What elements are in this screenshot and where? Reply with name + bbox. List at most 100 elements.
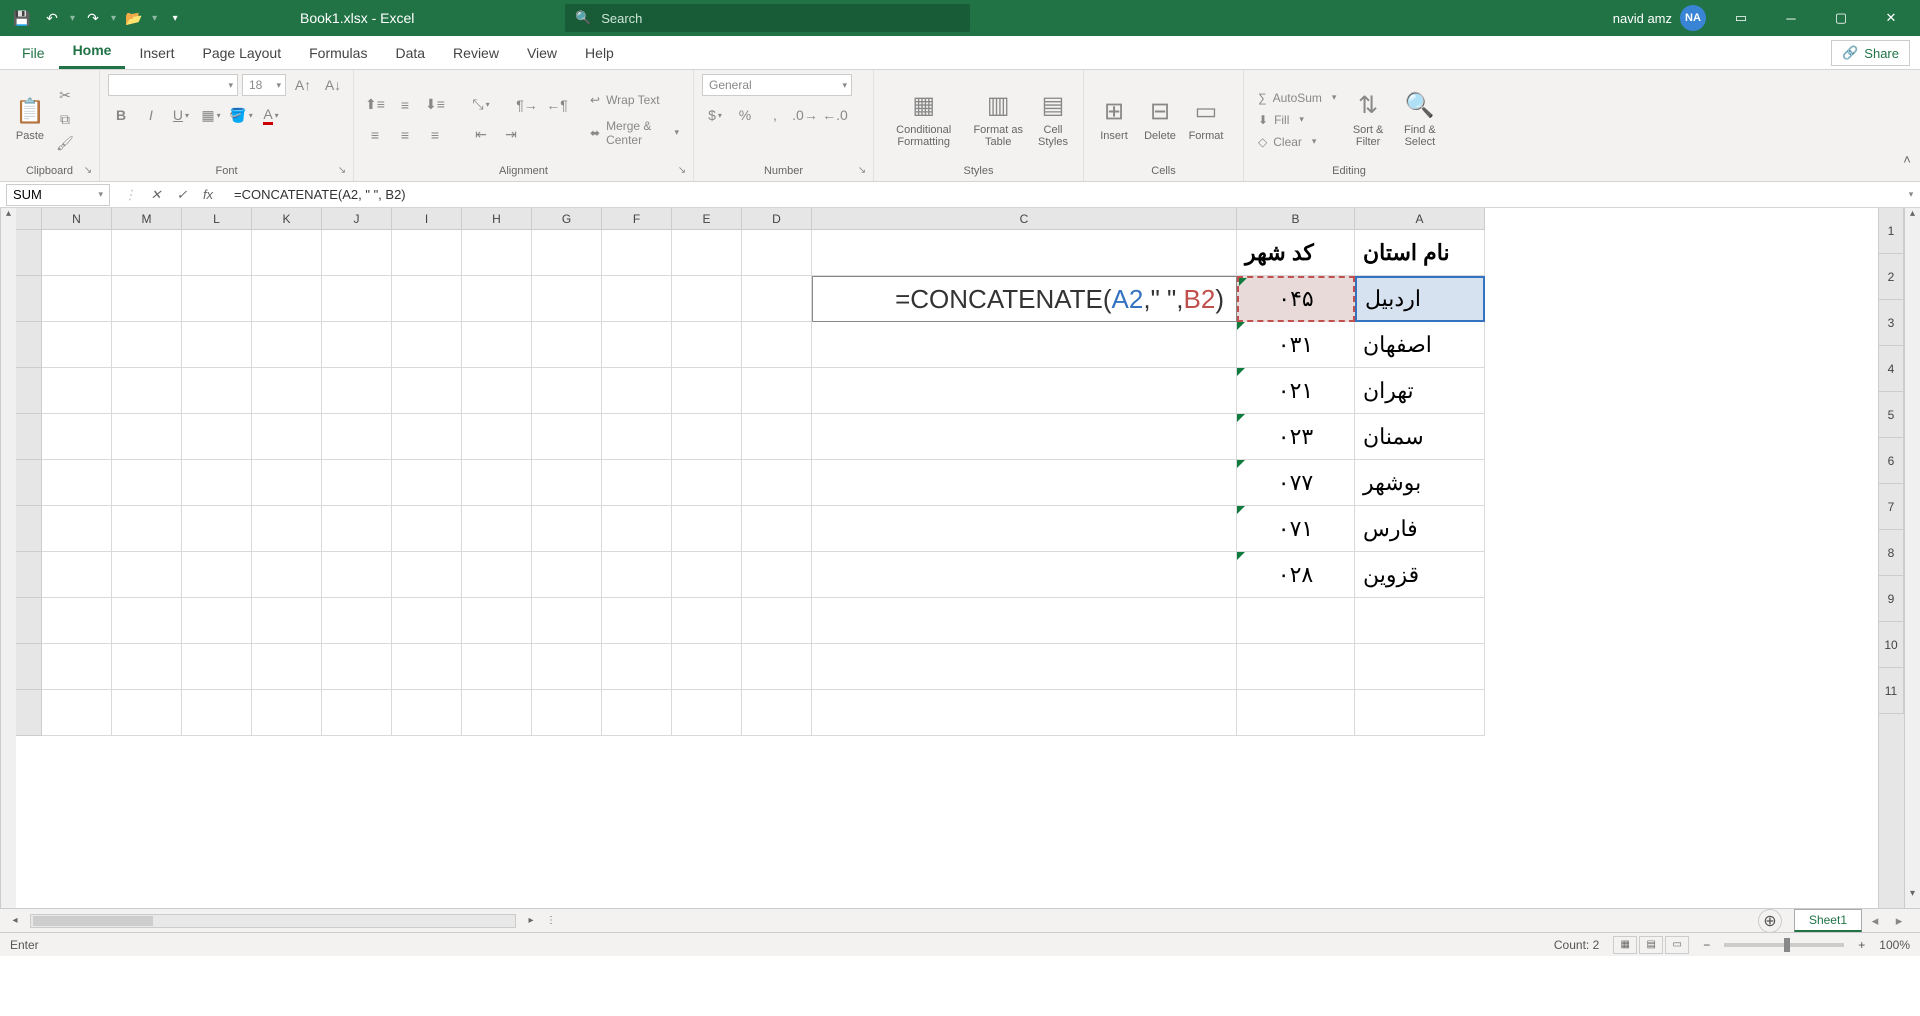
cell-H6[interactable] [462,460,532,506]
col-header-D[interactable]: D [742,208,812,230]
cell-J6[interactable] [322,460,392,506]
cell-H2[interactable] [462,276,532,322]
sheet-tab-sheet1[interactable]: Sheet1 [1794,909,1862,932]
cell-G5[interactable] [532,414,602,460]
row-header-10[interactable]: 10 [1879,622,1904,668]
cell-I1[interactable] [392,230,462,276]
cell-J5[interactable] [322,414,392,460]
user-account[interactable]: navid amz NA [1605,5,1714,31]
increase-font-icon[interactable]: A↑ [290,74,316,96]
accounting-icon[interactable]: $ [702,104,728,126]
cell-M2[interactable] [112,276,182,322]
font-size-combo[interactable]: 18 [242,74,286,96]
save-icon[interactable]: 💾 [10,6,34,30]
cell-G8[interactable] [532,552,602,598]
ribbon-display-icon[interactable]: ▭ [1718,0,1764,36]
cell-L11[interactable] [182,690,252,736]
number-format-combo[interactable]: General [702,74,852,96]
font-color-icon[interactable]: A [258,104,284,126]
font-name-combo[interactable] [108,74,238,96]
cell-K6[interactable] [252,460,322,506]
grid-body[interactable]: نام استانکد شهراردبیل۰۴۵اصفهان۰۳۱تهران۰۲… [42,230,1485,736]
cell-K4[interactable] [252,368,322,414]
insert-cells-button[interactable]: ⊞Insert [1092,93,1136,146]
cell-J11[interactable] [322,690,392,736]
underline-icon[interactable]: U [168,104,194,126]
cell-C4[interactable] [812,368,1237,414]
cell-G4[interactable] [532,368,602,414]
cell-L5[interactable] [182,414,252,460]
cell-M9[interactable] [112,598,182,644]
cell-K9[interactable] [252,598,322,644]
cell-F2[interactable] [602,276,672,322]
cell-C5[interactable] [812,414,1237,460]
cell-H11[interactable] [462,690,532,736]
cell-I11[interactable] [392,690,462,736]
cell-E3[interactable] [672,322,742,368]
cell-N1[interactable] [42,230,112,276]
cell-N3[interactable] [42,322,112,368]
borders-icon[interactable]: ▦ [198,104,224,126]
format-cells-button[interactable]: ▭Format [1184,93,1228,146]
search-input[interactable]: 🔍 Search [565,4,970,32]
cancel-formula-icon[interactable]: ✕ [144,184,168,206]
fill-color-icon[interactable]: 🪣 [228,104,254,126]
cell-G3[interactable] [532,322,602,368]
clipboard-launcher-icon[interactable]: ↘ [81,163,95,177]
col-header-M[interactable]: M [112,208,182,230]
cell-N6[interactable] [42,460,112,506]
redo-icon[interactable]: ↷ [81,6,105,30]
cell-E11[interactable] [672,690,742,736]
row-header-2[interactable]: 2 [1879,254,1904,300]
find-select-button[interactable]: 🔍Find & Select [1394,87,1446,152]
scroll-up-icon[interactable]: ▴ [1,208,16,226]
align-right-icon[interactable]: ≡ [422,124,448,146]
cell-I10[interactable] [392,644,462,690]
cell-F3[interactable] [602,322,672,368]
col-header-H[interactable]: H [462,208,532,230]
cell-A3[interactable]: اصفهان [1355,322,1485,368]
cell-H8[interactable] [462,552,532,598]
cell-I2[interactable] [392,276,462,322]
cell-B9[interactable] [1237,598,1355,644]
cell-C9[interactable] [812,598,1237,644]
cell-D8[interactable] [742,552,812,598]
col-header-B[interactable]: B [1237,208,1355,230]
cell-D11[interactable] [742,690,812,736]
cell-G6[interactable] [532,460,602,506]
cell-F6[interactable] [602,460,672,506]
percent-icon[interactable]: % [732,104,758,126]
cell-M11[interactable] [112,690,182,736]
orientation-icon[interactable]: ⤡ [468,94,494,116]
name-box[interactable]: SUM ▾ [6,184,110,206]
cell-K8[interactable] [252,552,322,598]
hscroll-split-icon[interactable]: ⋮ [542,912,560,930]
share-button[interactable]: 🔗 Share [1831,40,1910,66]
clear-button[interactable]: ◇Clear▾ [1252,133,1342,151]
cell-K7[interactable] [252,506,322,552]
cell-L2[interactable] [182,276,252,322]
qat-customize-icon[interactable]: ▾ [163,6,187,30]
name-box-dropdown-icon[interactable]: ▾ [98,189,103,200]
decrease-decimal-icon[interactable]: ←.0 [822,104,848,126]
undo-icon[interactable]: ↶ [40,6,64,30]
autosum-button[interactable]: ∑AutoSum▾ [1252,89,1342,107]
rtl-icon[interactable]: ←¶ [544,94,570,116]
cell-B4[interactable]: ۰۲۱ [1237,368,1355,414]
minimize-icon[interactable]: ─ [1768,0,1814,36]
cell-L6[interactable] [182,460,252,506]
cell-I5[interactable] [392,414,462,460]
cell-K2[interactable] [252,276,322,322]
cell-D6[interactable] [742,460,812,506]
normal-view-icon[interactable]: ▦ [1613,936,1637,954]
cell-C3[interactable] [812,322,1237,368]
font-launcher-icon[interactable]: ↘ [335,163,349,177]
tab-data[interactable]: Data [381,37,439,69]
cell-E7[interactable] [672,506,742,552]
cell-E5[interactable] [672,414,742,460]
cell-A9[interactable] [1355,598,1485,644]
cell-A6[interactable]: بوشهر [1355,460,1485,506]
hscroll-right-icon[interactable]: ▸ [522,912,540,930]
zoom-slider[interactable] [1724,943,1844,947]
tab-home[interactable]: Home [59,34,126,69]
